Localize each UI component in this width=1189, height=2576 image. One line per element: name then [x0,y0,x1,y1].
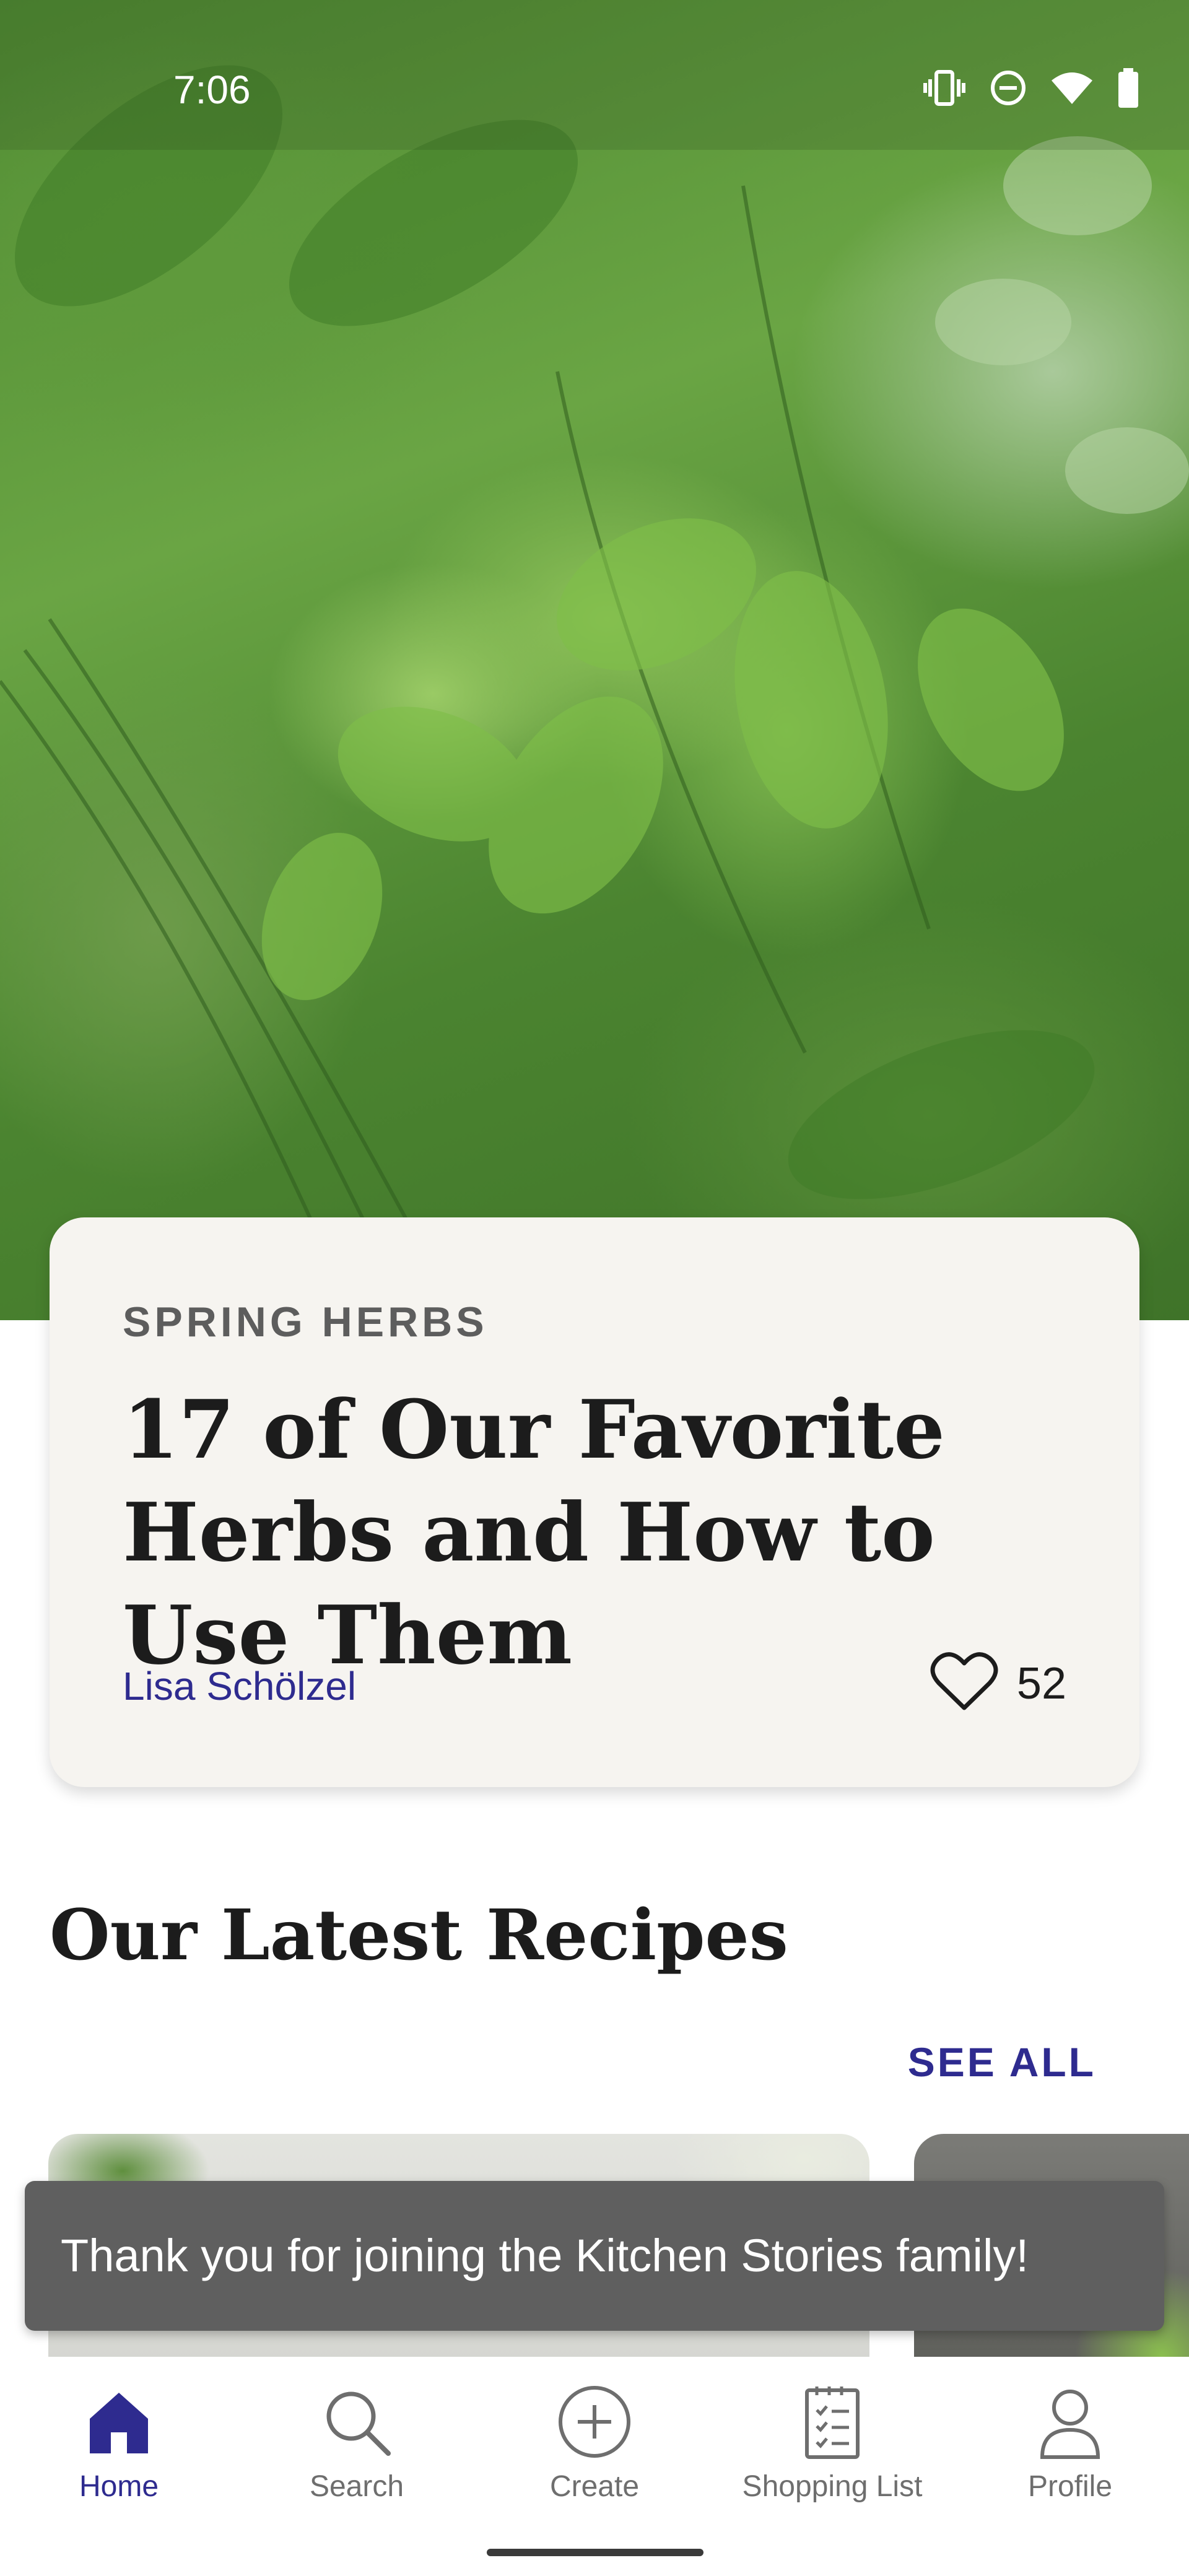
featured-article-card[interactable]: SPRING HERBS 17 of Our Favorite Herbs an… [50,1217,1139,1787]
home-indicator[interactable] [487,2549,703,2556]
nav-label-shopping-list: Shopping List [742,2470,923,2503]
like-button[interactable]: 52 [930,1651,1066,1716]
home-icon[interactable] [79,2382,159,2462]
section-title-latest-recipes: Our Latest Recipes [50,1895,788,1976]
see-all-link[interactable]: SEE ALL [908,2039,1096,2086]
article-category: SPRING HERBS [123,1299,488,1346]
nav-item-create[interactable]: Create [476,2382,713,2524]
profile-icon[interactable] [1030,2382,1110,2462]
status-bar: 7:06 [0,0,1189,150]
nav-item-search[interactable]: Search [238,2382,476,2524]
nav-item-shopping-list[interactable]: Shopping List [713,2382,951,2524]
status-time: 7:06 [173,67,251,112]
battery-icon [1117,68,1139,111]
nav-label-search: Search [309,2470,404,2503]
bottom-navigation: Home Search Create Shopping List Profile [0,2357,1189,2576]
search-icon[interactable] [316,2382,397,2462]
nav-item-profile[interactable]: Profile [951,2382,1189,2524]
do-not-disturb-icon [990,69,1027,110]
like-count: 52 [1016,1658,1066,1708]
article-title[interactable]: 17 of Our Favorite Herbs and How to Use … [123,1378,1089,1687]
nav-label-create: Create [549,2470,640,2503]
nav-label-home: Home [79,2470,159,2503]
nav-item-home[interactable]: Home [0,2382,238,2524]
snackbar-message: Thank you for joining the Kitchen Storie… [61,2230,1029,2281]
wifi-icon [1050,71,1094,108]
nav-label-profile: Profile [1027,2470,1113,2503]
shopping-list-icon[interactable] [792,2382,873,2462]
article-author-link[interactable]: Lisa Schölzel [123,1663,356,1709]
herb-leaves-illustration [0,65,1189,1302]
snackbar: Thank you for joining the Kitchen Storie… [25,2181,1164,2331]
status-icons [923,68,1139,111]
vibrate-icon [923,69,966,110]
heart-icon[interactable] [930,1651,998,1716]
add-circle-icon[interactable] [554,2382,635,2462]
hero-image[interactable] [0,0,1189,1320]
